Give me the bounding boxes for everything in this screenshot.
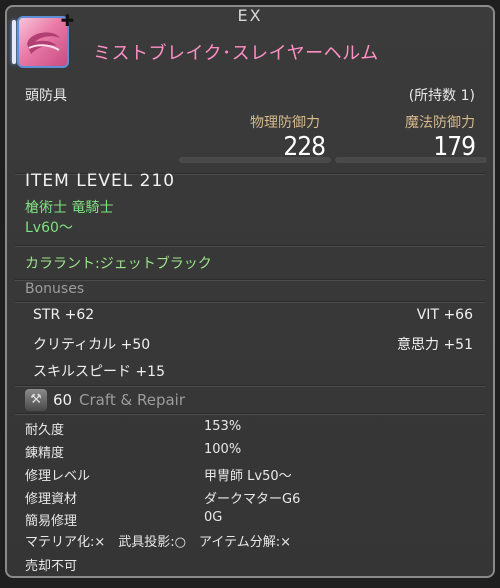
ex-label: EX <box>237 6 263 25</box>
item-category: 頭防具 <box>25 88 67 104</box>
helm-icon: ✚ <box>12 11 74 68</box>
owned-count: (所持数 1) <box>408 88 475 104</box>
repair-material-value: ダークマターG6 <box>204 492 301 507</box>
physical-defense-label: 物理防御力 <box>250 115 320 131</box>
quick-repair-value: 0G <box>204 510 223 525</box>
bonus-skill-speed: スキルスピード +15 <box>33 364 165 380</box>
divider <box>15 245 485 247</box>
divider <box>15 385 485 387</box>
sell-status: 売却不可 <box>25 559 78 574</box>
item-level: ITEM LEVEL 210 <box>25 171 176 191</box>
repair-material-label: 修理資材 <box>25 492 78 507</box>
level-requirement: Lv60～ <box>25 220 73 236</box>
magic-defense-label: 魔法防御力 <box>405 115 475 131</box>
bonus-critical: クリティカル +50 <box>33 337 151 353</box>
item-name: ミストブレイク･スレイヤーヘルム <box>93 43 379 64</box>
bonus-str: STR +62 <box>33 307 95 323</box>
durability-label: 耐久度 <box>25 423 65 438</box>
item-tooltip: EX ✚ ミストブレイク･スレイヤーヘルム 頭防具 (所持数 1) 物理防御力 … <box>5 5 495 578</box>
repair-level-label: 修理レベル <box>25 469 91 484</box>
dye-info: カララント:ジェットブラック <box>25 256 212 272</box>
physical-defense-bar <box>179 157 331 163</box>
materia-slot-icon <box>12 20 16 64</box>
divider <box>15 413 485 415</box>
quick-repair-label: 簡易修理 <box>25 514 78 529</box>
spiritbond-value: 100% <box>204 442 242 457</box>
divider <box>15 279 485 281</box>
craft-repair-title: Craft & Repair <box>79 391 185 409</box>
job-list: 槍術士 竜騎士 <box>25 200 114 216</box>
bonus-mind: 意思力 +51 <box>397 337 473 353</box>
divider <box>15 301 485 303</box>
magic-defense-bar <box>335 157 487 163</box>
item-flags: マテリア化:× 武具投影:○ アイテム分解:× <box>25 535 291 550</box>
durability-value: 153% <box>204 419 242 434</box>
craft-level: 60 <box>53 391 73 409</box>
bonuses-title: Bonuses <box>25 281 85 297</box>
helm-shape-icon <box>27 32 60 54</box>
repair-level-value: 甲冑師 Lv50～ <box>204 469 292 484</box>
hammer-icon: ⚒ <box>25 389 47 411</box>
bonus-vit: VIT +66 <box>416 307 473 323</box>
spiritbond-label: 錬精度 <box>25 446 65 461</box>
